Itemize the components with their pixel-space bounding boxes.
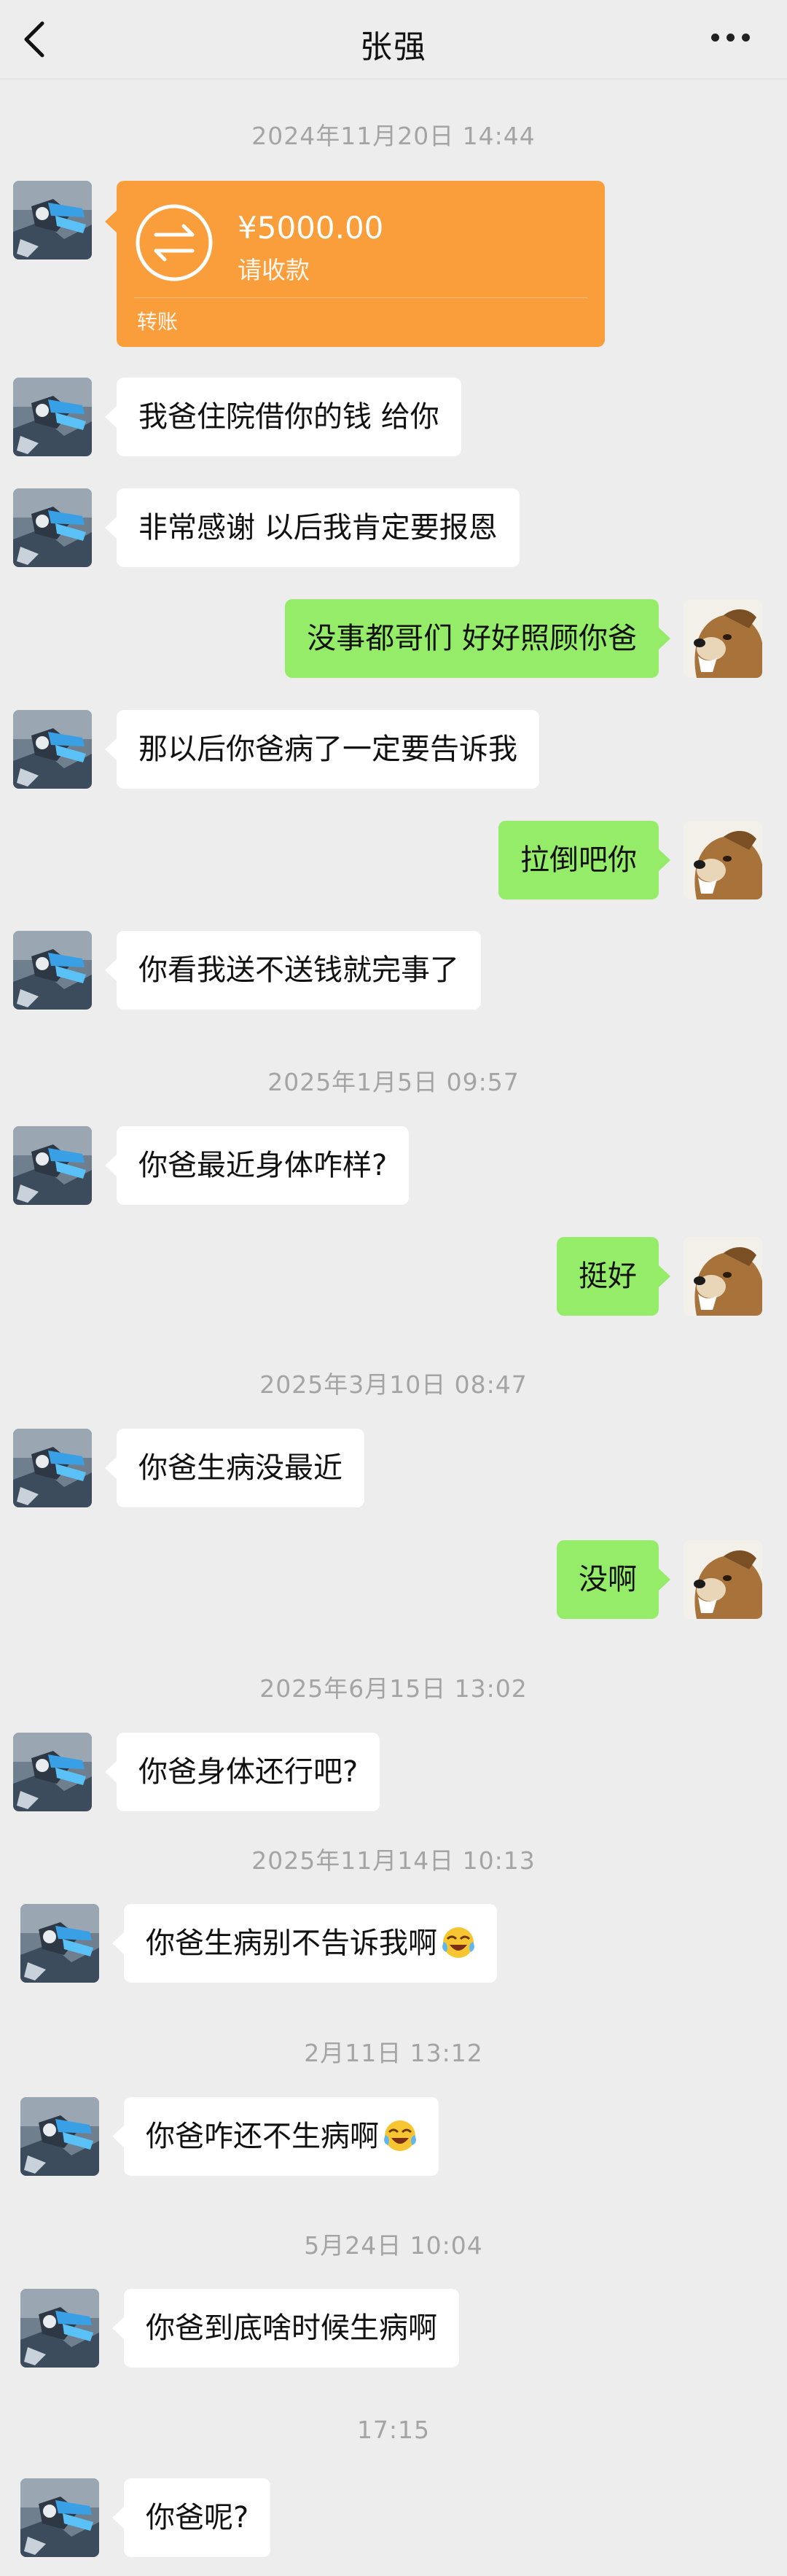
friend-avatar[interactable]	[13, 1126, 92, 1205]
timestamp: 17:15	[356, 2416, 431, 2444]
friend-avatar[interactable]	[20, 2289, 99, 2368]
friend-avatar[interactable]	[13, 931, 92, 1010]
message-sent[interactable]: 挺好	[557, 1237, 670, 1316]
my-avatar[interactable]	[684, 599, 762, 678]
transfer-status: 请收款	[238, 256, 310, 284]
chat-header: 张强	[0, 0, 787, 79]
friend-avatar[interactable]	[13, 1429, 92, 1507]
timestamp: 2025年6月15日 13:02	[259, 1674, 528, 1703]
message-received[interactable]: 你爸呢?	[111, 2478, 271, 2557]
timestamp: 2024年11月20日 14:44	[251, 122, 536, 150]
message-received[interactable]: 你爸生病别不告诉我啊	[112, 1904, 497, 1983]
friend-avatar[interactable]	[13, 1733, 92, 1811]
timestamp: 5月24日 10:04	[304, 2231, 483, 2260]
message-received[interactable]: 你爸咋还不生病啊	[112, 2097, 439, 2176]
my-avatar[interactable]	[684, 821, 762, 899]
message-received[interactable]: 我爸住院借你的钱 给你	[105, 378, 461, 456]
laughing-crying-emoji-icon	[442, 1927, 474, 1958]
friend-avatar[interactable]	[20, 2478, 99, 2557]
message-sent[interactable]: 拉倒吧你	[498, 821, 670, 899]
message-text: 你爸咋还不生病啊	[146, 2120, 379, 2153]
transfer-card[interactable]: ¥5000.00 请收款 转账	[105, 181, 605, 347]
friend-avatar[interactable]	[13, 710, 92, 789]
friend-avatar[interactable]	[13, 488, 92, 567]
message-received[interactable]: 你爸到底啥时候生病啊	[112, 2289, 459, 2368]
message-received[interactable]: 你爸生病没最近	[105, 1429, 364, 1507]
message-received[interactable]: 你爸最近身体咋样?	[104, 1126, 410, 1205]
friend-avatar[interactable]	[13, 181, 92, 259]
message-text: 你爸生病别不告诉我啊	[146, 1927, 437, 1960]
timestamp: 2025年1月5日 09:57	[267, 1068, 520, 1096]
transfer-arrows-icon	[134, 203, 214, 283]
my-avatar[interactable]	[684, 1540, 762, 1619]
friend-avatar[interactable]	[13, 378, 92, 456]
friend-avatar[interactable]	[20, 2097, 99, 2176]
message-sent[interactable]: 没啊	[557, 1540, 670, 1619]
my-avatar[interactable]	[684, 1237, 762, 1316]
friend-avatar[interactable]	[20, 1904, 99, 1983]
message-received[interactable]: 非常感谢 以后我肯定要报恩	[105, 488, 520, 567]
chat-title: 张强	[360, 28, 427, 66]
message-received[interactable]: 那以后你爸病了一定要告诉我	[105, 710, 539, 789]
timestamp: 2025年3月10日 08:47	[259, 1370, 528, 1399]
timestamp: 2025年11月14日 10:13	[251, 1846, 536, 1875]
message-received[interactable]: 你爸身体还行吧?	[104, 1733, 380, 1811]
divider	[134, 297, 587, 298]
laughing-crying-emoji-icon	[384, 2120, 416, 2151]
transfer-label: 转账	[137, 310, 179, 334]
message-sent[interactable]: 没事都哥们 好好照顾你爸	[285, 599, 670, 678]
message-received[interactable]: 你看我送不送钱就完事了	[105, 931, 481, 1010]
timestamp: 2月11日 13:12	[304, 2039, 483, 2067]
more-dots-icon[interactable]	[711, 31, 758, 48]
transfer-amount: ¥5000.00	[238, 210, 384, 246]
